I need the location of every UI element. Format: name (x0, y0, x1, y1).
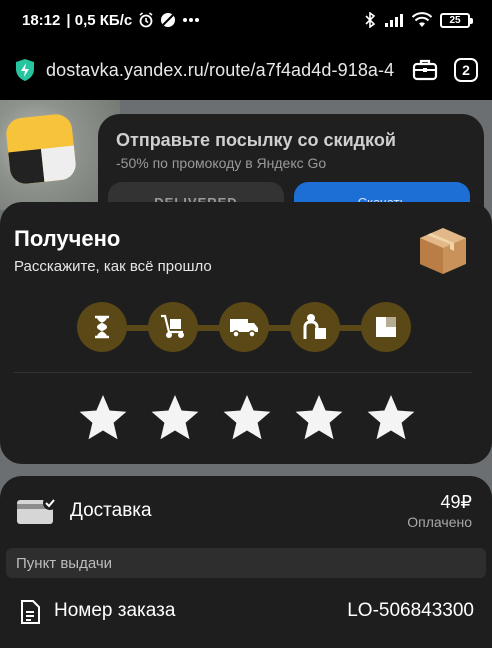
rating-star-3-icon[interactable] (222, 394, 272, 442)
delivery-price: 49₽ (440, 492, 472, 512)
bluetooth-icon (364, 12, 376, 28)
system-status-bar: 18:12 | 0,5 КБ/с 25 (0, 0, 492, 40)
divider (14, 372, 472, 373)
url-text[interactable]: dostavka.yandex.ru/route/a7f4ad4d-918a-4 (46, 60, 396, 81)
rating-star-1-icon[interactable] (78, 394, 128, 442)
clock: 18:12 (22, 11, 61, 29)
promo-title: Отправьте посылку со скидкой (116, 130, 396, 150)
step-person-with-box-icon (290, 302, 340, 352)
browser-address-bar: dostavka.yandex.ru/route/a7f4ad4d-918a-4… (0, 40, 492, 100)
delivery-details-card: Доставка 49₽ Оплачено Пункт выдачи Номер… (0, 476, 492, 648)
briefcase-icon[interactable] (412, 58, 438, 82)
delivery-label: Доставка (70, 500, 152, 521)
rating-stars[interactable] (78, 394, 416, 442)
network-speed: | 0,5 КБ/с (66, 11, 133, 29)
tabs-count-button[interactable]: 2 (454, 58, 478, 82)
promo-subtitle: -50% по промокоду в Яндекс Go (116, 155, 327, 171)
yandex-go-logo (4, 112, 78, 186)
status-title: Получено (14, 226, 121, 251)
wifi-icon (412, 12, 432, 28)
status-subtitle: Расскажите, как всё прошло (14, 258, 212, 275)
wallet-check-icon (16, 496, 57, 526)
alarm-icon (138, 12, 154, 28)
step-hand-truck-icon (148, 302, 198, 352)
payment-status: Оплачено (407, 514, 472, 530)
step-box-icon (361, 302, 411, 352)
rating-star-5-icon[interactable] (366, 394, 416, 442)
battery-icon: 25 (440, 12, 473, 28)
signal-icon (384, 12, 404, 28)
document-icon (20, 600, 40, 624)
order-status-card: Получено Расскажите, как всё прошло (0, 202, 492, 464)
step-hourglass-icon (77, 302, 127, 352)
no-disturb-icon (160, 12, 176, 28)
rating-star-4-icon[interactable] (294, 394, 344, 442)
pickup-point-label: Пункт выдачи (6, 548, 486, 578)
parcel-box-icon (416, 224, 470, 278)
order-number-value[interactable]: LO-506843300 (347, 600, 474, 622)
shield-lightning-icon[interactable] (14, 58, 36, 82)
more-dots-icon (182, 17, 200, 23)
order-number-label: Номер заказа (54, 600, 176, 621)
rating-star-2-icon[interactable] (150, 394, 200, 442)
step-delivery-truck-icon (219, 302, 269, 352)
